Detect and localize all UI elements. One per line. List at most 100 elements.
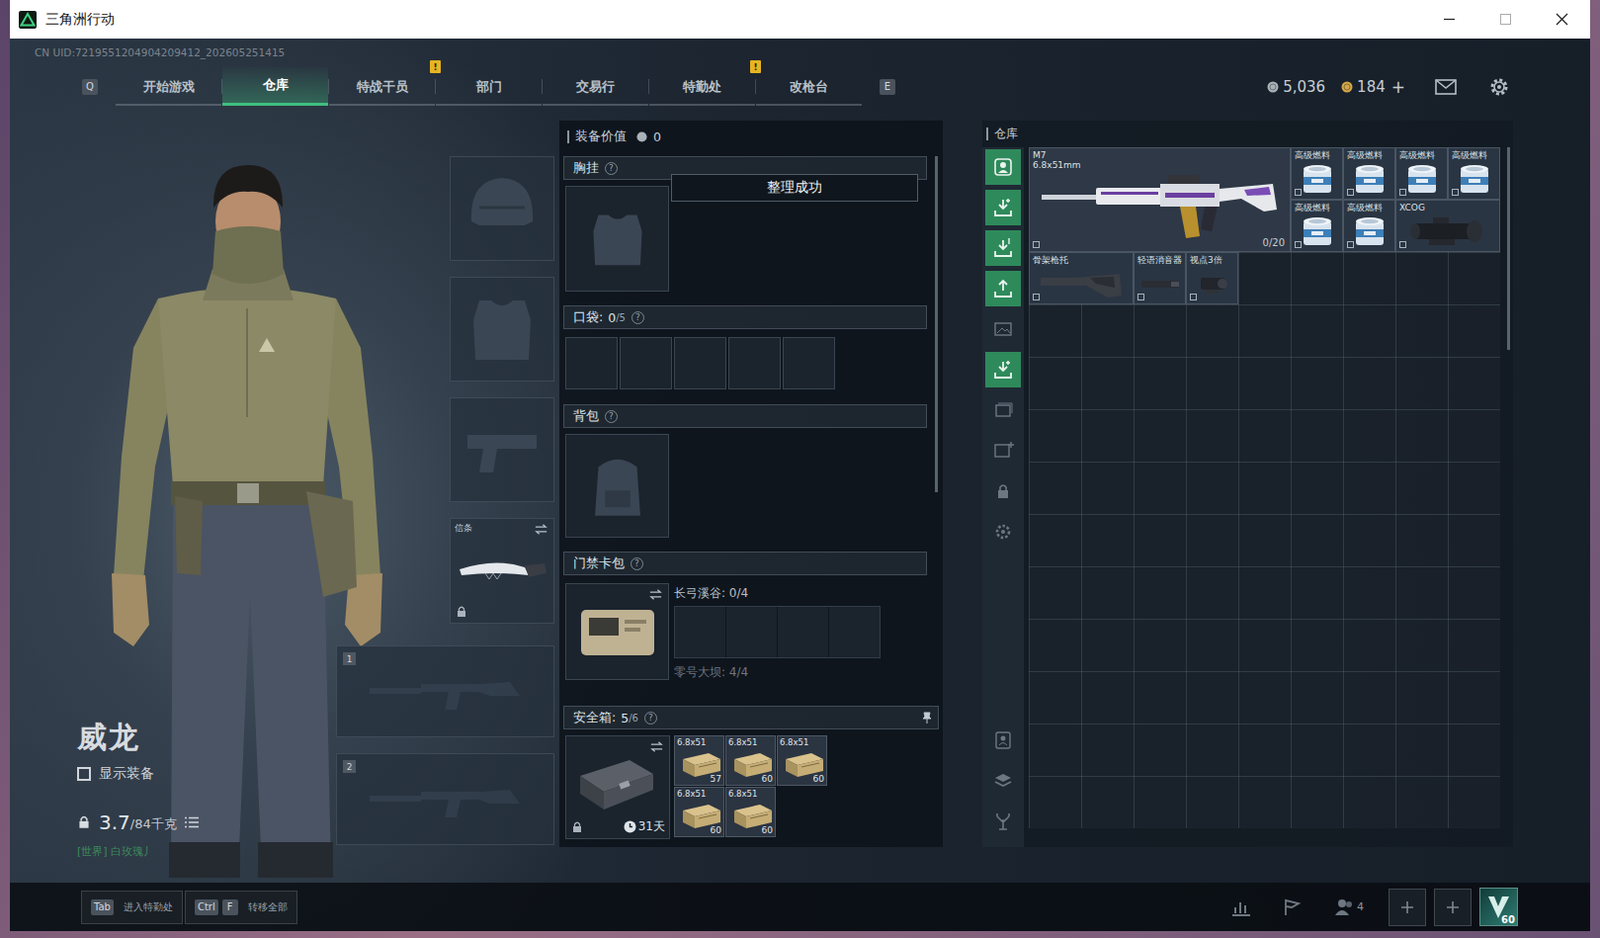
helmet-slot[interactable]	[449, 156, 555, 261]
keycard-slot[interactable]	[726, 606, 777, 658]
nav-tab[interactable]: 仓库	[222, 67, 329, 106]
weapon-slot-number: 1	[342, 652, 356, 666]
warehouse-item[interactable]: 高级燃料	[1290, 199, 1344, 253]
player-avatar[interactable]: 60	[1479, 887, 1518, 927]
flag-icon[interactable]	[1282, 898, 1303, 917]
item-name: XCOG	[1399, 202, 1426, 213]
warehouse-item[interactable]: 高级燃料	[1343, 147, 1396, 200]
scrollbar[interactable]	[934, 156, 938, 493]
tool-button[interactable]	[985, 432, 1021, 469]
swap-icon[interactable]	[648, 588, 664, 601]
ammo-count: 57	[710, 773, 722, 784]
tool-button[interactable]	[985, 149, 1021, 185]
ammo-item[interactable]: 6.8x5160	[776, 735, 828, 786]
tool-button[interactable]	[985, 311, 1021, 347]
help-button[interactable]: ?	[644, 711, 658, 725]
shortcut-hint[interactable]: Tab进入特勤处	[81, 890, 183, 925]
ammo-item[interactable]: 6.8x5160	[725, 735, 776, 786]
warehouse-item[interactable]: 高级燃料	[1290, 147, 1344, 200]
swap-icon[interactable]	[649, 740, 665, 754]
weight-current: 3.7	[98, 810, 131, 835]
maximize-icon[interactable]	[1477, 0, 1534, 39]
close-icon[interactable]	[1533, 0, 1591, 39]
mail-icon[interactable]	[1434, 79, 1457, 95]
tool-button[interactable]	[985, 270, 1021, 307]
nav-tab[interactable]: 部门	[435, 69, 542, 106]
pistol-silhouette-icon	[449, 397, 555, 503]
warehouse-item[interactable]: 骨架枪托	[1028, 252, 1134, 305]
nav-tab[interactable]: 改枪台	[756, 69, 862, 106]
shortcut-hint[interactable]: CtrlF转移全部	[184, 890, 298, 925]
tool-button[interactable]	[985, 473, 1021, 509]
fuel-can-icon	[1454, 161, 1495, 197]
item-tag-icon	[1032, 241, 1040, 249]
tool-button[interactable]	[985, 722, 1021, 758]
tool-button[interactable]	[985, 762, 1021, 799]
weapon-slot[interactable]: 2	[336, 753, 555, 845]
swap-icon[interactable]	[533, 522, 549, 536]
warehouse-item[interactable]: 高级燃料	[1447, 147, 1501, 200]
scrollbar[interactable]	[1507, 147, 1511, 350]
help-button[interactable]: ?	[604, 162, 618, 175]
nav-tab[interactable]: 开始游戏	[115, 69, 222, 106]
help-button[interactable]: ?	[604, 410, 618, 423]
prev-tab-key[interactable]: Q	[82, 79, 98, 95]
item-name: 视点3倍	[1189, 254, 1223, 265]
keycard-slot[interactable]	[829, 606, 880, 658]
tool-button[interactable]	[985, 189, 1021, 226]
keycard-slot[interactable]	[674, 606, 726, 658]
warehouse-panel: 仓库M76.8x51mm0/20高级燃料高级燃料高级燃料高级燃料高级燃料高级燃料…	[982, 120, 1514, 847]
warehouse-item[interactable]: M76.8x51mm0/20	[1028, 147, 1291, 253]
show-gear-toggle[interactable]: 显示装备	[77, 764, 199, 783]
pin-icon[interactable]	[922, 711, 932, 724]
squad-button[interactable]: 4	[1334, 898, 1364, 917]
pocket-slot[interactable]	[782, 336, 836, 390]
weapon-slot[interactable]: 1	[336, 645, 555, 738]
pistol-slot[interactable]	[449, 397, 555, 503]
melee-slot[interactable]: 信条	[449, 517, 555, 624]
armor-slot[interactable]	[449, 276, 555, 382]
shortcut-key: Tab	[90, 899, 114, 916]
warehouse-item[interactable]: 高级燃料	[1395, 147, 1448, 200]
tool-button[interactable]	[985, 513, 1021, 550]
warehouse-item[interactable]: XCOG	[1395, 199, 1501, 253]
help-button[interactable]: ?	[631, 311, 645, 325]
pocket-slot[interactable]	[673, 336, 727, 390]
ammo-item[interactable]: 6.8x5160	[725, 786, 776, 838]
help-button[interactable]: ?	[630, 557, 644, 571]
nav-tab[interactable]: 特勤处!	[649, 69, 756, 106]
nav-tab[interactable]: 特战干员!	[329, 69, 435, 106]
stats-icon[interactable]	[1231, 898, 1252, 917]
keycard-slot[interactable]	[777, 606, 829, 658]
item-tag-icon	[1399, 188, 1407, 196]
tab-label: 特勤处	[682, 78, 722, 96]
pocket-slot[interactable]	[728, 336, 781, 390]
pocket-slot[interactable]	[619, 336, 673, 390]
ammo-item[interactable]: 6.8x5160	[673, 786, 725, 838]
invite-slot[interactable]	[1433, 888, 1472, 927]
tool-button[interactable]	[985, 392, 1021, 428]
nav-tab[interactable]: 交易行	[542, 69, 649, 106]
warehouse-item[interactable]: 轻语消音器	[1133, 252, 1186, 305]
tool-button[interactable]	[985, 230, 1021, 266]
list-icon[interactable]	[184, 816, 199, 829]
warehouse-item[interactable]: 高级燃料	[1343, 199, 1396, 253]
gear-icon[interactable]	[1489, 77, 1510, 97]
invite-slot[interactable]	[1388, 888, 1427, 927]
chest-rig-slot[interactable]	[565, 185, 670, 292]
tool-button[interactable]	[985, 351, 1021, 388]
item-tag-icon	[1294, 241, 1302, 249]
top-up-button[interactable]: +	[1391, 77, 1406, 97]
ammo-item[interactable]: 6.8x5157	[673, 735, 725, 786]
warehouse-item[interactable]: 视点3倍	[1185, 252, 1239, 305]
backpack-slot[interactable]	[565, 433, 670, 538]
tab-label: 交易行	[576, 78, 615, 96]
tool-icon	[992, 277, 1014, 300]
pocket-slot[interactable]	[565, 336, 618, 390]
show-gear-checkbox[interactable]	[77, 766, 91, 781]
next-tab-key[interactable]: E	[879, 79, 896, 95]
minimize-icon[interactable]	[1421, 0, 1478, 39]
tool-button[interactable]	[985, 803, 1021, 840]
keycard-case[interactable]	[565, 583, 670, 680]
safe-box-case[interactable]: 31天	[565, 735, 671, 840]
